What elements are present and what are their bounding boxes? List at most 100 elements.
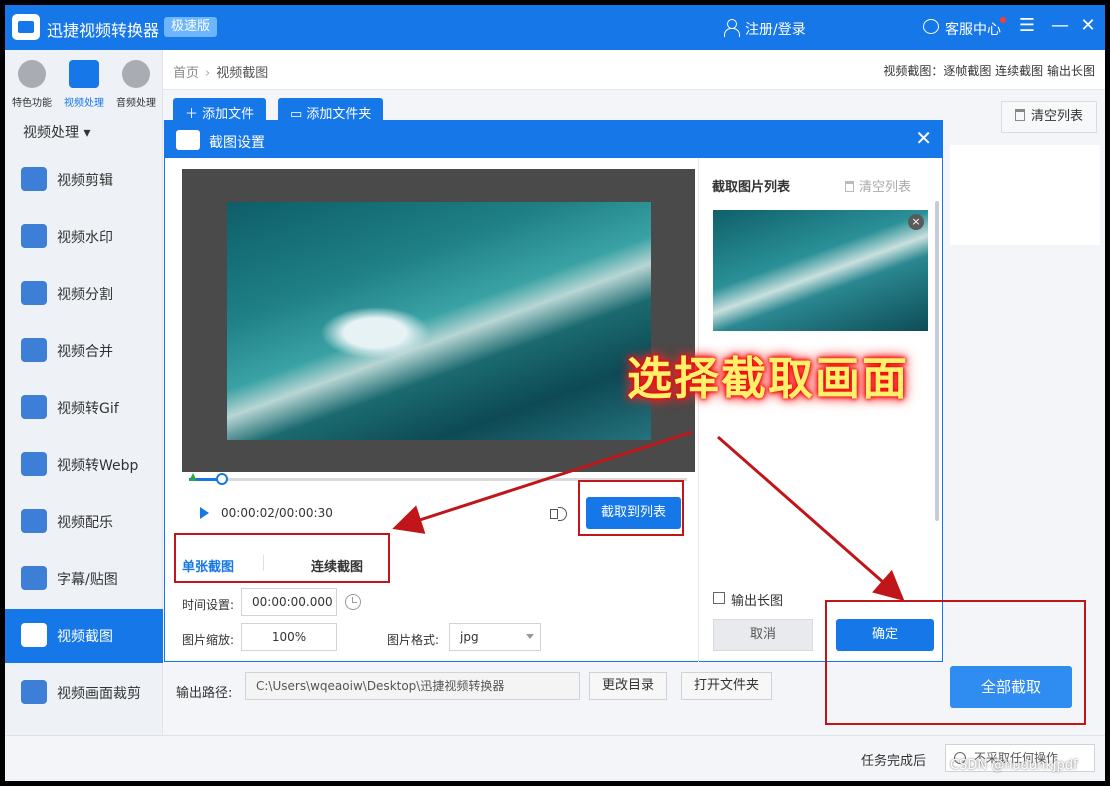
dialog-close-icon[interactable]: ✕ (915, 126, 932, 150)
webp-icon (21, 452, 47, 476)
trash-icon (845, 181, 854, 192)
sidebar-item-crop[interactable]: 视频画面裁剪 (5, 666, 163, 720)
user-icon[interactable] (724, 19, 740, 37)
dialog-header: 截图设置 ✕ (165, 121, 942, 158)
chat-icon[interactable] (923, 19, 939, 34)
sidebar-item-label: 视频合并 (57, 344, 113, 360)
app-logo-icon (12, 14, 40, 40)
sidebar-item-label: 视频画面裁剪 (57, 686, 141, 702)
video-edit-icon (21, 167, 47, 191)
music-icon (21, 509, 47, 533)
image-format-label: 图片格式: (387, 633, 440, 647)
annotation-box-confirm (825, 600, 1086, 725)
app-title: 迅捷视频转换器 (47, 21, 160, 40)
camera-icon (176, 130, 200, 150)
clear-list-button[interactable]: 清空列表 (1001, 101, 1097, 133)
category-special[interactable]: 特色功能 (7, 60, 57, 109)
sidebar-item-watermark[interactable]: 视频水印 (5, 210, 163, 264)
video-frame (227, 202, 651, 440)
category-label: 视频处理 (64, 98, 104, 109)
category-label: 音频处理 (116, 98, 156, 109)
sidebar-item-screenshot[interactable]: 视频截图 (5, 609, 163, 663)
volume-icon[interactable] (550, 505, 568, 521)
play-icon[interactable] (200, 507, 209, 519)
category-video[interactable]: 视频处理 (59, 60, 109, 109)
notification-dot (1000, 17, 1006, 23)
customer-service-link[interactable]: 客服中心 (945, 19, 1001, 39)
time-display: 00:00:02/00:00:30 (221, 506, 333, 520)
after-task-label: 任务完成后 (861, 754, 927, 769)
sidebar-item-sticker[interactable]: 字幕/贴图 (5, 552, 163, 606)
sidebar-item-label: 字幕/贴图 (57, 572, 118, 588)
feature-info: 视频截图：逐帧截图 连续截图 输出长图 (883, 64, 1095, 78)
close-icon[interactable]: ✕ (1076, 14, 1100, 38)
star-icon (18, 60, 46, 88)
image-scale-label: 图片缩放: (182, 633, 235, 647)
sidebar-item-label: 视频水印 (57, 230, 113, 246)
status-bar: 任务完成后 不采取任何操作 (5, 735, 1105, 781)
annotation-box-modes (174, 533, 390, 583)
timeline-handle[interactable] (216, 473, 229, 485)
sidebar-heading[interactable]: 视频处理 ▾ (23, 122, 90, 142)
output-path-field[interactable]: C:\Users\wqeaoiw\Desktop\迅捷视频转换器 (245, 672, 580, 700)
file-list-panel (950, 145, 1100, 245)
music-note-icon (122, 60, 150, 88)
split-icon (21, 281, 47, 305)
sidebar-item-label: 视频分割 (57, 287, 113, 303)
breadcrumb: 首页 › 视频截图 视频截图：逐帧截图 连续截图 输出长图 (163, 50, 1105, 90)
watermark-icon (21, 224, 47, 248)
image-scale-input[interactable]: 100% (241, 623, 337, 651)
long-image-label: 输出长图 (731, 594, 784, 609)
gif-icon (21, 395, 47, 419)
chevron-down-icon (526, 634, 534, 639)
sticker-icon (21, 566, 47, 590)
sidebar-item-music[interactable]: 视频配乐 (5, 495, 163, 549)
title-bar: 迅捷视频转换器 极速版 注册/登录 客服中心 ☰ — ✕ (5, 5, 1105, 50)
sidebar-item-label: 视频配乐 (57, 515, 113, 531)
trash-icon (1014, 109, 1025, 121)
sidebar-item-merge[interactable]: 视频合并 (5, 324, 163, 378)
capture-list-clear-button[interactable]: 清空列表 (845, 176, 911, 195)
capture-list-title: 截取图片列表 (712, 180, 791, 195)
image-format-select[interactable]: jpg (449, 623, 541, 651)
sidebar-item-label: 视频剪辑 (57, 173, 113, 189)
sidebar-item-webp[interactable]: 视频转Webp (5, 438, 163, 492)
minimize-icon[interactable]: — (1048, 14, 1072, 38)
output-label: 输出路径: (176, 686, 233, 701)
clock-icon[interactable] (345, 594, 361, 610)
list-scrollbar[interactable] (935, 201, 939, 521)
breadcrumb-current: 视频截图 (216, 66, 269, 81)
menu-icon[interactable]: ☰ (1015, 14, 1039, 38)
time-setting-input[interactable]: 00:00:00.000 (241, 588, 337, 616)
cancel-button[interactable]: 取消 (713, 619, 813, 651)
category-audio[interactable]: 音频处理 (111, 60, 161, 109)
sidebar-item-video-edit[interactable]: 视频剪辑 (5, 153, 163, 207)
dialog-title: 截图设置 (209, 135, 265, 151)
sidebar-item-label: 视频转Gif (57, 401, 119, 417)
merge-icon (21, 338, 47, 362)
edition-badge: 极速版 (164, 17, 218, 37)
login-link[interactable]: 注册/登录 (745, 19, 806, 39)
open-folder-button[interactable]: 打开文件夹 (681, 672, 773, 700)
chevron-right-icon: › (205, 66, 211, 81)
annotation-text: 选择截取画面 (627, 352, 910, 405)
remove-thumbnail-icon[interactable]: × (908, 214, 924, 230)
annotation-box-capture (578, 480, 684, 536)
change-dir-button[interactable]: 更改目录 (589, 672, 668, 700)
csdn-watermark: CSDN @hudunkjpdf (950, 758, 1078, 773)
video-player (182, 169, 695, 472)
start-marker-icon (189, 473, 197, 481)
time-setting-label: 时间设置: (182, 598, 235, 612)
captured-thumbnail[interactable]: × (713, 210, 928, 331)
panel-divider (698, 158, 699, 662)
crop-icon (21, 680, 47, 704)
long-image-checkbox[interactable] (713, 592, 725, 604)
sidebar-item-split[interactable]: 视频分割 (5, 267, 163, 321)
sidebar-item-label: 视频转Webp (57, 458, 139, 474)
sidebar-item-label: 视频截图 (57, 629, 113, 645)
sidebar-item-gif[interactable]: 视频转Gif (5, 381, 163, 435)
breadcrumb-home[interactable]: 首页 (173, 66, 199, 81)
sidebar: 特色功能 视频处理 音频处理 视频处理 ▾ 视频剪辑 视频水印 视频分割 视频合… (5, 50, 163, 735)
film-icon (69, 60, 99, 88)
category-label: 特色功能 (12, 98, 52, 109)
